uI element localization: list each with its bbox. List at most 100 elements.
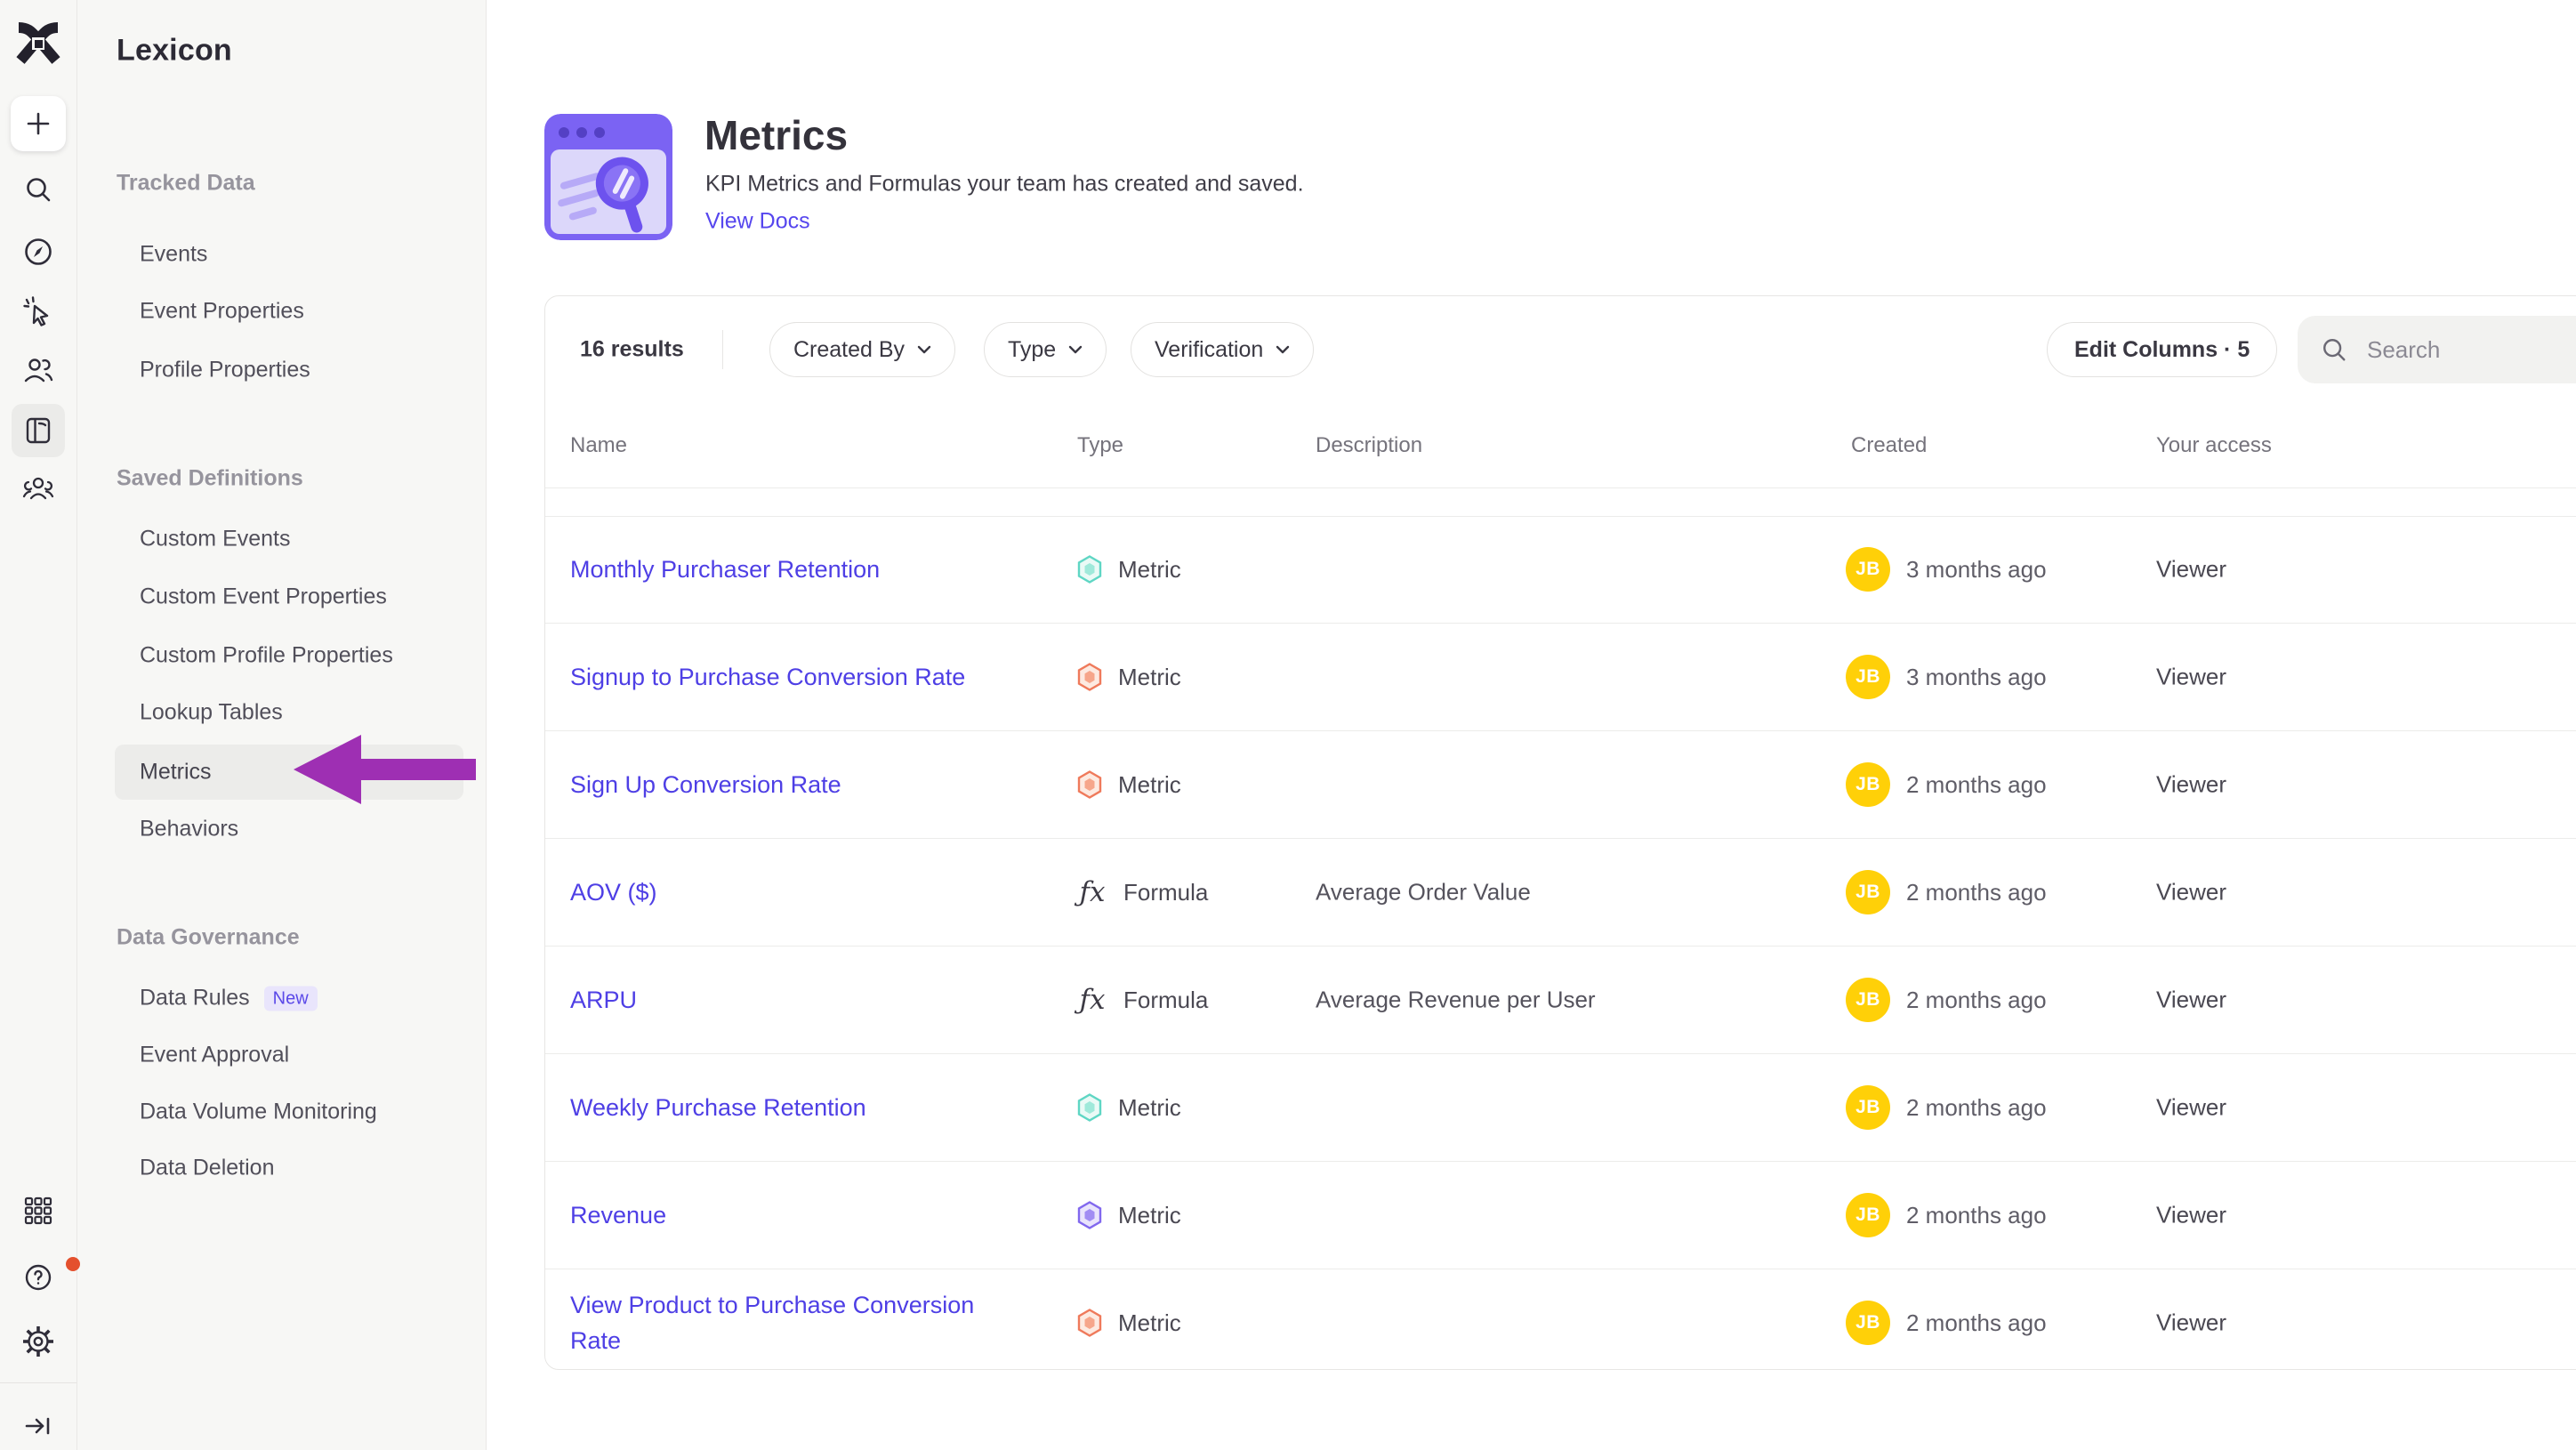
table-row[interactable]: Monthly Purchaser Retention Metric JB 3 … bbox=[545, 516, 2576, 624]
metric-name-link[interactable]: Signup to Purchase Conversion Rate bbox=[570, 659, 1015, 695]
formula-fx-icon: ƒx bbox=[1077, 876, 1107, 908]
metric-name-link[interactable]: Monthly Purchaser Retention bbox=[570, 552, 1015, 587]
created-cell: 3 months ago bbox=[1906, 664, 2047, 691]
column-header-description[interactable]: Description bbox=[1316, 433, 1422, 458]
type-label: Metric bbox=[1118, 1309, 1181, 1337]
avatar: JB bbox=[1846, 870, 1890, 914]
sidebar-item-data-rules[interactable]: Data Rules New bbox=[140, 986, 318, 1011]
type-label: Metric bbox=[1118, 664, 1181, 691]
scrolled-row-sliver bbox=[545, 487, 2576, 517]
collapse-sidebar-icon[interactable] bbox=[24, 1413, 52, 1439]
table-header-row: Name Type Description Created Your acces… bbox=[545, 403, 2576, 488]
table-row[interactable]: Sign Up Conversion Rate Metric JB 2 mont… bbox=[545, 731, 2576, 839]
metric-hexagon-orange-icon bbox=[1077, 770, 1102, 799]
type-label: Metric bbox=[1118, 771, 1181, 799]
table-row[interactable]: Weekly Purchase Retention Metric JB 2 mo… bbox=[545, 1054, 2576, 1162]
type-label: Metric bbox=[1118, 556, 1181, 584]
access-cell: Viewer bbox=[2156, 664, 2226, 691]
rail-divider bbox=[0, 1382, 76, 1383]
chevron-down-icon bbox=[917, 345, 931, 354]
avatar: JB bbox=[1846, 547, 1890, 592]
new-badge: New bbox=[264, 986, 318, 1011]
sidebar-item-event-properties[interactable]: Event Properties bbox=[140, 299, 304, 325]
edit-columns-button[interactable]: Edit Columns · 5 bbox=[2047, 322, 2277, 377]
lexicon-metrics-page: { "app": { "sidebar_title": "Lexicon" },… bbox=[0, 0, 2576, 1450]
page-title: Metrics bbox=[704, 111, 848, 159]
lexicon-book-icon[interactable] bbox=[12, 404, 65, 457]
sidebar-item-events[interactable]: Events bbox=[140, 242, 207, 268]
column-header-type[interactable]: Type bbox=[1077, 433, 1123, 458]
cohorts-people-icon[interactable] bbox=[22, 475, 54, 503]
sidebar-item-profile-properties[interactable]: Profile Properties bbox=[140, 358, 310, 383]
lexicon-sidebar: Lexicon Tracked Data Events Event Proper… bbox=[76, 0, 487, 1450]
sidebar-item-custom-events[interactable]: Custom Events bbox=[140, 527, 291, 552]
access-cell: Viewer bbox=[2156, 1202, 2226, 1229]
sidebar-item-custom-profile-properties[interactable]: Custom Profile Properties bbox=[140, 643, 393, 669]
metric-name-link[interactable]: View Product to Purchase Conversion Rate bbox=[570, 1287, 1015, 1358]
sidebar-item-behaviors[interactable]: Behaviors bbox=[140, 817, 238, 842]
metrics-illustration-icon bbox=[544, 114, 672, 240]
created-cell: 2 months ago bbox=[1906, 987, 2047, 1014]
type-label: Formula bbox=[1123, 879, 1208, 906]
column-header-your-access[interactable]: Your access bbox=[2156, 433, 2272, 458]
type-label: Metric bbox=[1118, 1202, 1181, 1229]
column-header-name[interactable]: Name bbox=[570, 433, 627, 458]
metric-name-link[interactable]: Weekly Purchase Retention bbox=[570, 1090, 1015, 1125]
settings-gear-icon[interactable] bbox=[23, 1326, 53, 1357]
search-icon[interactable] bbox=[24, 175, 52, 204]
metric-hexagon-teal-icon bbox=[1077, 555, 1102, 584]
cursor-click-icon[interactable] bbox=[23, 296, 53, 326]
description-cell: Average Order Value bbox=[1316, 879, 1531, 906]
users-icon[interactable] bbox=[23, 356, 53, 384]
filter-verification[interactable]: Verification bbox=[1131, 322, 1314, 377]
results-count: 16 results bbox=[580, 337, 684, 363]
avatar: JB bbox=[1846, 1085, 1890, 1130]
mixpanel-logo-icon[interactable] bbox=[14, 21, 62, 66]
filter-created-by[interactable]: Created By bbox=[769, 322, 955, 377]
metric-hexagon-purple-icon bbox=[1077, 1201, 1102, 1229]
sidebar-item-data-volume-monitoring[interactable]: Data Volume Monitoring bbox=[140, 1100, 377, 1125]
section-header-data-governance: Data Governance bbox=[117, 925, 300, 951]
search-box[interactable] bbox=[2298, 316, 2576, 383]
table-row[interactable]: Signup to Purchase Conversion Rate Metri… bbox=[545, 624, 2576, 731]
filter-type[interactable]: Type bbox=[984, 322, 1107, 377]
sidebar-item-data-deletion[interactable]: Data Deletion bbox=[140, 1156, 274, 1181]
created-cell: 3 months ago bbox=[1906, 556, 2047, 584]
compass-icon[interactable] bbox=[23, 237, 53, 267]
table-row[interactable]: View Product to Purchase Conversion Rate… bbox=[545, 1269, 2576, 1376]
description-cell: Average Revenue per User bbox=[1316, 987, 1596, 1014]
access-cell: Viewer bbox=[2156, 1094, 2226, 1122]
icon-rail bbox=[0, 0, 77, 1450]
view-docs-link[interactable]: View Docs bbox=[705, 209, 810, 235]
sidebar-item-lookup-tables[interactable]: Lookup Tables bbox=[140, 700, 283, 726]
table-row[interactable]: Revenue Metric JB 2 months ago Viewer bbox=[545, 1162, 2576, 1269]
sidebar-item-custom-event-properties[interactable]: Custom Event Properties bbox=[140, 584, 387, 610]
metric-name-link[interactable]: Revenue bbox=[570, 1197, 1015, 1233]
help-icon[interactable] bbox=[0, 1262, 76, 1293]
metric-name-link[interactable]: AOV ($) bbox=[570, 874, 1015, 910]
metric-name-link[interactable]: Sign Up Conversion Rate bbox=[570, 767, 1015, 802]
metric-hexagon-orange-icon bbox=[1077, 663, 1102, 691]
metric-name-link[interactable]: ARPU bbox=[570, 982, 1015, 1018]
column-header-created[interactable]: Created bbox=[1851, 433, 1927, 458]
table-row[interactable]: ARPU ƒx Formula Average Revenue per User… bbox=[545, 947, 2576, 1054]
access-cell: Viewer bbox=[2156, 771, 2226, 799]
created-cell: 2 months ago bbox=[1906, 879, 2047, 906]
search-icon bbox=[2321, 336, 2347, 363]
avatar: JB bbox=[1846, 1193, 1890, 1237]
sidebar-item-event-approval[interactable]: Event Approval bbox=[140, 1043, 289, 1068]
formula-fx-icon: ƒx bbox=[1077, 984, 1107, 1016]
avatar: JB bbox=[1846, 655, 1890, 699]
table-row[interactable]: AOV ($) ƒx Formula Average Order Value J… bbox=[545, 839, 2576, 947]
created-cell: 2 months ago bbox=[1906, 1202, 2047, 1229]
avatar: JB bbox=[1846, 1301, 1890, 1345]
create-plus-button[interactable] bbox=[11, 96, 66, 151]
sidebar-title: Lexicon bbox=[117, 34, 232, 68]
access-cell: Viewer bbox=[2156, 1309, 2226, 1337]
access-cell: Viewer bbox=[2156, 987, 2226, 1014]
apps-grid-icon[interactable] bbox=[23, 1196, 53, 1226]
section-header-tracked-data: Tracked Data bbox=[117, 171, 255, 197]
search-input[interactable] bbox=[2365, 335, 2576, 365]
section-header-saved-definitions: Saved Definitions bbox=[117, 466, 303, 492]
sidebar-item-metrics[interactable]: Metrics bbox=[140, 760, 212, 785]
